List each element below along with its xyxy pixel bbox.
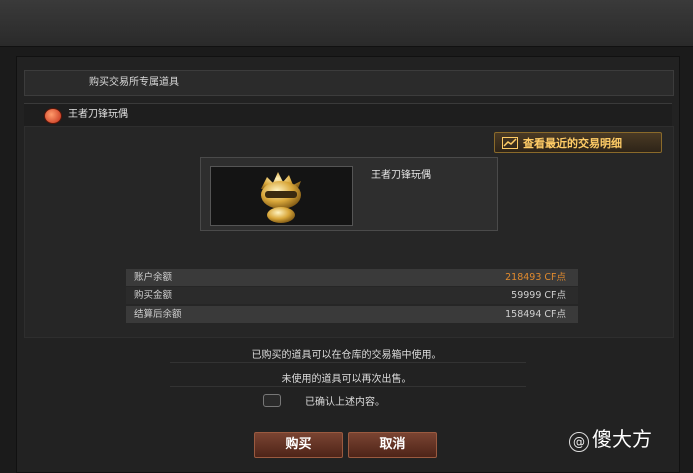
confirm-checkbox[interactable] [263,394,281,407]
item-name-label: 王者刀锋玩偶 [68,109,128,120]
buy-button[interactable]: 购买 [254,432,343,458]
summary-row-remaining-balance: 结算后余额 158494 CF点 [126,306,578,323]
character-doll-image [210,166,353,226]
balance-summary: 账户余额 218493 CF点 购买金额 59999 CF点 结算后余额 158… [126,269,578,325]
item-badge-icon [44,108,62,124]
summary-label: 购买金额 [134,290,173,301]
doll-graphic [261,172,301,223]
item-title-bar: 王者刀锋玩偶 [24,103,672,126]
summary-label: 账户余额 [134,272,173,283]
view-trade-history-label: 查看最近的交易明细 [523,137,622,150]
note-resell: 未使用的道具可以再次出售。 [281,374,412,385]
summary-row-purchase-amount: 购买金额 59999 CF点 [126,287,578,304]
chart-icon [502,137,518,149]
summary-row-account-balance: 账户余额 218493 CF点 [126,269,578,286]
dialog-header: 购买交易所专属道具 [24,70,674,96]
note-warehouse: 已购买的道具可以在仓库的交易箱中使用。 [251,350,442,361]
dialog-title: 购买交易所专属道具 [89,77,179,88]
confirm-label: 已确认上述内容。 [305,397,385,408]
watermark-text: 傻大方 [592,427,652,451]
cancel-button[interactable]: 取消 [348,432,437,458]
summary-label: 结算后余额 [134,309,182,320]
summary-value: 59999 CF点 [511,290,566,301]
item-card: 王者刀锋玩偶 [200,157,498,231]
divider [170,362,526,363]
divider [170,386,526,387]
summary-value: 218493 CF点 [505,272,566,283]
item-card-name: 王者刀锋玩偶 [371,170,431,181]
summary-value: 158494 CF点 [505,309,566,320]
top-bar [0,0,693,47]
view-trade-history-button[interactable]: 查看最近的交易明细 [494,132,662,153]
watermark: @ 傻大方 [569,427,687,452]
watermark-prefix: @ [569,432,589,452]
